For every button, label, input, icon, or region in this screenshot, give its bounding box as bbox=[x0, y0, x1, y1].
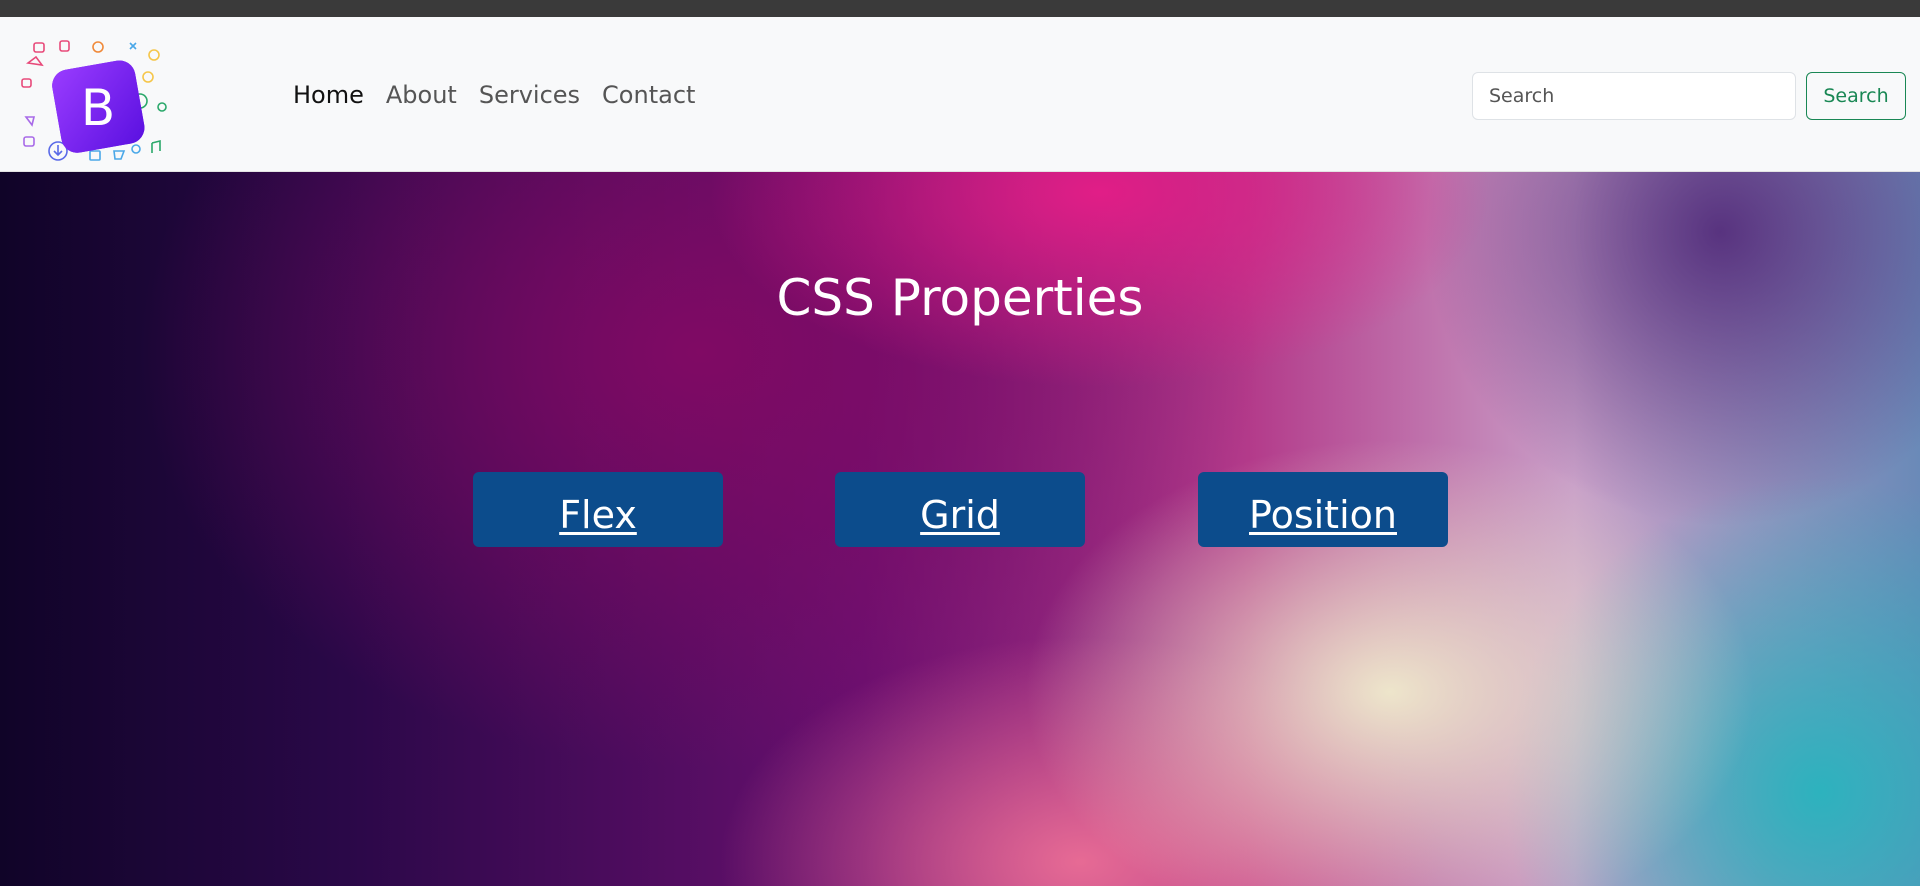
flex-link[interactable]: Flex bbox=[559, 493, 637, 537]
nav-link-about[interactable]: About bbox=[386, 79, 457, 111]
logo-graphic: B bbox=[21, 40, 167, 161]
nav-links: Home About Services Contact bbox=[293, 79, 717, 111]
flex-button[interactable]: Flex bbox=[473, 472, 723, 547]
browser-top-strip bbox=[0, 0, 1920, 17]
nav-link-home[interactable]: Home bbox=[293, 79, 364, 111]
position-link[interactable]: Position bbox=[1249, 493, 1397, 537]
nav-link-contact[interactable]: Contact bbox=[602, 79, 695, 111]
position-button[interactable]: Position bbox=[1198, 472, 1448, 547]
search-button[interactable]: Search bbox=[1806, 72, 1906, 120]
search-input[interactable] bbox=[1472, 72, 1796, 120]
grid-link[interactable]: Grid bbox=[920, 493, 1000, 537]
bootstrap-logo-icon[interactable]: B bbox=[18, 39, 174, 169]
nav-link-services[interactable]: Services bbox=[479, 79, 580, 111]
page-title: CSS Properties bbox=[776, 269, 1144, 327]
logo-letter: B bbox=[81, 79, 115, 137]
grid-button[interactable]: Grid bbox=[835, 472, 1085, 547]
navbar: B Home About Services Contact Search bbox=[0, 17, 1920, 172]
hero-section: CSS Properties Flex Grid Position bbox=[0, 172, 1920, 886]
